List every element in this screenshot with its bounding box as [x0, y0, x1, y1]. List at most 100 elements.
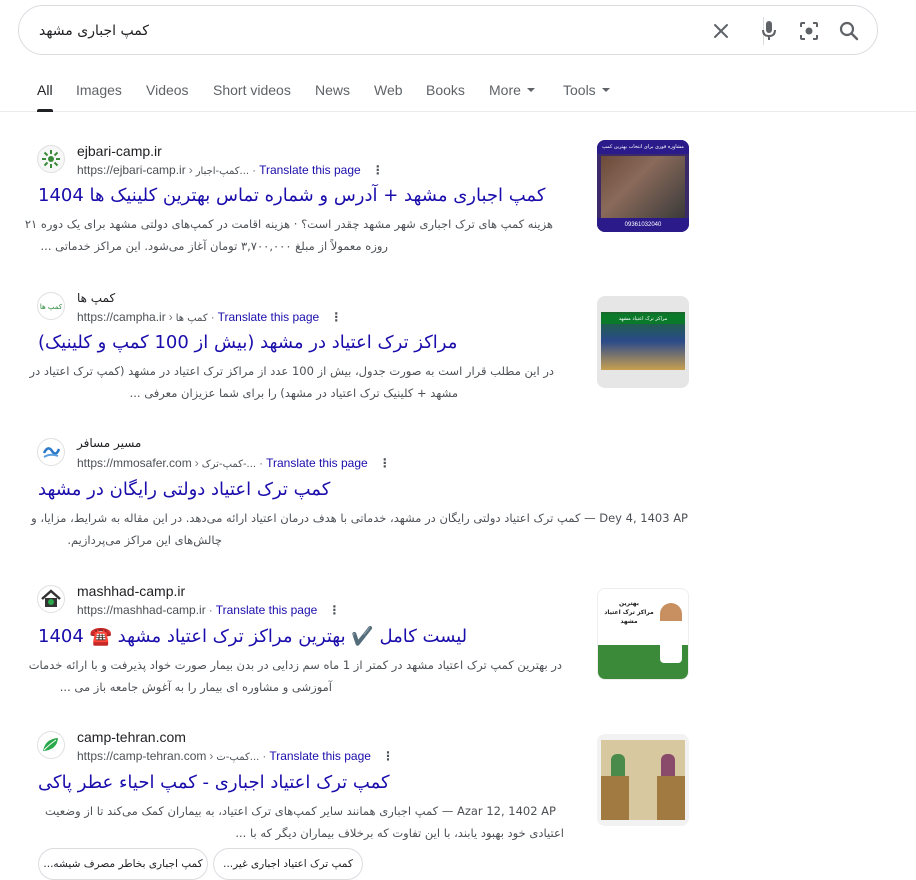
- site-url[interactable]: https://campha.ir › کمپ ها · Translate this …: [77, 310, 343, 324]
- tab-tools-label: Tools: [563, 82, 596, 98]
- translate-separator: ·: [252, 163, 257, 177]
- translate-separator: ·: [210, 310, 215, 324]
- more-options-icon[interactable]: ⋮: [329, 310, 343, 324]
- translate-link[interactable]: Translate this page: [266, 456, 368, 470]
- result-snippet: Dey 4, 1403 AP — کمپ ترک اعتیاد دولتی را…: [31, 511, 688, 525]
- site-url-text: https://ejbari-camp.ir: [77, 163, 186, 177]
- result-snippet: مشهد + کلینیک ترک اعتیاد در مشهد) را برا…: [129, 386, 458, 400]
- site-name[interactable]: کمپ ها: [77, 291, 115, 305]
- microphone-icon[interactable]: [757, 19, 781, 43]
- related-search-chip[interactable]: کمپ ترک اعتیاد اجباری غیر...: [213, 848, 363, 880]
- result-title[interactable]: کمپ ترک اعتیاد دولتی رایگان در مشهد: [38, 479, 330, 500]
- site-url-text: https://campha.ir: [77, 310, 166, 324]
- url-separator: ›: [188, 163, 193, 177]
- thumb-line-3: مشهد: [620, 618, 638, 625]
- tab-videos[interactable]: Videos: [146, 82, 189, 98]
- result-snippet: آموزشی و مشاوره ای بیمار را به آغوش جامع…: [59, 680, 332, 694]
- svg-text:کمپ ها: کمپ ها: [40, 303, 62, 311]
- result-thumbnail[interactable]: مشاوره فوری برای انتخاب بهترین کمپ 09361…: [597, 140, 689, 232]
- translate-separator: ·: [262, 749, 267, 763]
- url-separator: ›: [168, 310, 173, 324]
- thumb-caption: مشاوره فوری برای انتخاب بهترین کمپ: [597, 140, 689, 154]
- tab-web[interactable]: Web: [374, 82, 403, 98]
- result-title[interactable]: کمپ ترک اعتیاد اجباری - کمپ احیاء عطر پا…: [38, 772, 390, 793]
- site-favicon: [37, 585, 65, 613]
- result-title[interactable]: لیست کامل ✔️ بهترین مراکز ترک اعتیاد مشه…: [38, 626, 467, 647]
- translate-link[interactable]: Translate this page: [216, 603, 318, 617]
- more-options-icon[interactable]: ⋮: [371, 163, 385, 177]
- result-title[interactable]: کمپ اجباری مشهد + آدرس و شماره تماس بهتر…: [38, 185, 546, 206]
- thumb-person: [660, 603, 682, 663]
- tools-caret-icon: [601, 88, 610, 93]
- tab-images[interactable]: Images: [76, 82, 122, 98]
- tab-short-videos[interactable]: Short videos: [213, 82, 291, 98]
- url-separator: ›: [209, 749, 214, 763]
- result-snippet: هزینه کمپ های ترک اجباری شهر مشهد چقدر ا…: [24, 217, 553, 231]
- thumb-photo: [601, 156, 685, 218]
- result-snippet: در بهترین کمپ ترک اعتیاد مشهد در کمتر از…: [28, 658, 562, 672]
- translate-link[interactable]: Translate this page: [269, 749, 371, 763]
- tab-news[interactable]: News: [315, 82, 350, 98]
- site-url[interactable]: https://mmosafer.com › کمپ-ترک-... · Transla…: [77, 456, 392, 470]
- site-url[interactable]: https://ejbari-camp.ir › کمپ-اجبار... · Tran…: [77, 163, 385, 177]
- more-options-icon[interactable]: ⋮: [381, 749, 395, 763]
- tab-more-label: More: [489, 82, 521, 98]
- thumb-line-1: بهترین: [618, 600, 640, 607]
- tab-more[interactable]: More: [489, 82, 535, 98]
- translate-separator: ·: [259, 456, 264, 470]
- clear-icon[interactable]: [709, 19, 733, 43]
- related-search-chip[interactable]: کمپ اجباری بخاطر مصرف شیشه...: [38, 848, 208, 880]
- search-tabs: All Images Videos Short videos News Web …: [0, 70, 916, 112]
- translate-link[interactable]: Translate this page: [218, 310, 320, 324]
- tab-tools[interactable]: Tools: [563, 82, 610, 98]
- thumb-caption: بهترین مراکز ترک اعتیاد مشهد: [604, 599, 654, 626]
- url-crumb: کمپ-ت...: [216, 752, 260, 763]
- url-separator: ›: [194, 456, 199, 470]
- site-favicon: [37, 438, 65, 466]
- site-favicon: [37, 145, 65, 173]
- site-url[interactable]: https://camp-tehran.com › کمپ-ت... · Transla…: [77, 749, 395, 763]
- site-name[interactable]: ejbari-camp.ir: [77, 143, 162, 159]
- result-snippet: در این مطلب قرار است به صورت جدول، بیش ا…: [29, 364, 554, 378]
- site-favicon: [37, 731, 65, 759]
- tab-books[interactable]: Books: [426, 82, 465, 98]
- result-thumbnail[interactable]: مراکز ترک اعتیاد مشهد: [597, 296, 689, 388]
- result-thumbnail[interactable]: [597, 734, 689, 826]
- thumb-photo: مراکز ترک اعتیاد مشهد: [601, 312, 685, 370]
- site-url-text: https://camp-tehran.com: [77, 749, 207, 763]
- tab-all[interactable]: All: [37, 82, 53, 98]
- more-caret-icon: [526, 88, 535, 93]
- thumb-figure-left: [611, 754, 625, 776]
- result-thumbnail[interactable]: بهترین مراکز ترک اعتیاد مشهد: [597, 588, 689, 680]
- search-bar: [18, 5, 878, 55]
- thumb-line-2: مراکز ترک اعتیاد: [604, 609, 654, 616]
- result-snippet: روزه معمولاً از مبلغ ۳,۷۰۰,۰۰۰ تومان آغا…: [40, 239, 388, 253]
- thumb-caption: مراکز ترک اعتیاد مشهد: [601, 314, 685, 324]
- more-options-icon[interactable]: ⋮: [327, 603, 341, 617]
- site-name[interactable]: مسیر مسافر: [77, 436, 141, 450]
- url-crumb: کمپ-اجبار...: [195, 166, 250, 177]
- search-input[interactable]: [39, 20, 599, 42]
- url-crumb: کمپ ها: [175, 313, 208, 324]
- site-favicon: کمپ ها: [37, 292, 65, 320]
- more-options-icon[interactable]: ⋮: [378, 456, 392, 470]
- tab-active-indicator: [37, 109, 53, 112]
- search-icon[interactable]: [837, 19, 861, 43]
- thumb-phone: 09361032040: [597, 218, 689, 232]
- thumb-figure-right: [661, 754, 675, 776]
- translate-separator: ·: [208, 603, 213, 617]
- site-url-text: https://mmosafer.com: [77, 456, 192, 470]
- site-name[interactable]: mashhad-camp.ir: [77, 583, 185, 599]
- result-snippet: Azar 12, 1402 AP — کمپ اجباری همانند سای…: [45, 804, 556, 818]
- lens-icon[interactable]: [797, 19, 821, 43]
- result-snippet: چالش‌های این مراکز می‌پردازیم.: [67, 533, 222, 547]
- site-url-text: https://mashhad-camp.ir: [77, 603, 206, 617]
- thumb-cliff-left: [601, 776, 629, 820]
- thumb-cliff-right: [657, 776, 685, 820]
- result-snippet: اعتیادی خود بهبود یابند، با این تفاوت که…: [235, 826, 564, 840]
- thumb-photo: [601, 740, 685, 820]
- site-name[interactable]: camp-tehran.com: [77, 729, 186, 745]
- translate-link[interactable]: Translate this page: [259, 163, 361, 177]
- result-title[interactable]: مراکز ترک اعتیاد در مشهد (بیش از 100 کمپ…: [38, 332, 458, 353]
- site-url[interactable]: https://mashhad-camp.ir · Translate this p…: [77, 603, 341, 617]
